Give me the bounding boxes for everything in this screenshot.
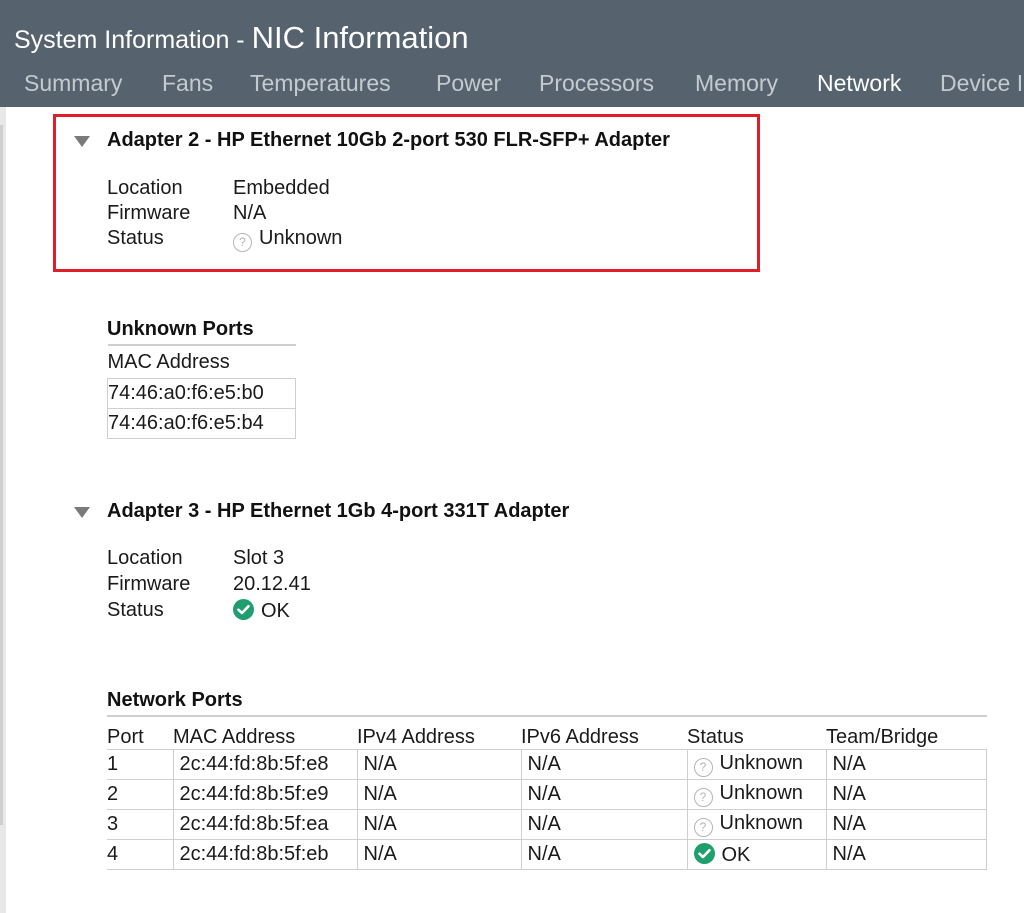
tab-network[interactable]: Network bbox=[817, 70, 901, 97]
ipv4-cell: N/A bbox=[356, 809, 522, 840]
window-title: System Information - NIC Information bbox=[14, 20, 469, 56]
network-ports-table: Port MAC Address IPv4 Address IPv6 Addre… bbox=[107, 715, 987, 870]
mac-cell: 2c:44:fd:8b:5f:e9 bbox=[172, 779, 358, 810]
mac-cell: 74:46:a0:f6:e5:b0 bbox=[107, 378, 296, 409]
status-text: Unknown bbox=[719, 782, 803, 804]
adapter2-status-label: Status bbox=[107, 227, 164, 249]
collapse-caret-icon[interactable] bbox=[74, 136, 90, 147]
tab-fans[interactable]: Fans bbox=[162, 70, 213, 97]
ipv6-cell: N/A bbox=[520, 839, 688, 870]
team-cell: N/A bbox=[825, 839, 987, 870]
tab-device[interactable]: Device I bbox=[940, 70, 1023, 97]
network-ports-title: Network Ports bbox=[107, 689, 243, 711]
check-circle-icon bbox=[233, 599, 254, 620]
mac-cell: 2c:44:fd:8b:5f:e8 bbox=[172, 749, 358, 780]
window-title-main: NIC Information bbox=[251, 20, 469, 55]
column-header-ipv6: IPv6 Address bbox=[521, 715, 687, 750]
ipv4-cell: N/A bbox=[356, 779, 522, 810]
adapter3-status-label: Status bbox=[107, 599, 164, 621]
table-row: 74:46:a0:f6:e5:b0 bbox=[107, 378, 296, 409]
column-header-mac: MAC Address bbox=[173, 715, 357, 750]
port-cell: 2 bbox=[107, 779, 174, 810]
question-circle-icon: ? bbox=[693, 818, 713, 837]
adapter3-firmware-value: 20.12.41 bbox=[233, 573, 311, 595]
table-row: 2 2c:44:fd:8b:5f:e9 N/A N/A ? Unknown N/A bbox=[107, 779, 987, 810]
adapter2-status-value: Unknown bbox=[259, 227, 343, 249]
collapse-caret-icon[interactable] bbox=[74, 507, 90, 518]
unknown-ports-title: Unknown Ports bbox=[107, 318, 254, 340]
left-scroll-edge[interactable] bbox=[0, 107, 6, 913]
table-row: 74:46:a0:f6:e5:b4 bbox=[107, 408, 296, 439]
team-cell: N/A bbox=[825, 779, 987, 810]
question-circle-icon: ? bbox=[233, 233, 252, 252]
tab-processors[interactable]: Processors bbox=[539, 70, 654, 97]
ipv6-cell: N/A bbox=[520, 779, 688, 810]
tab-temperatures[interactable]: Temperatures bbox=[250, 70, 391, 97]
header-bar: System Information - NIC Information Sum… bbox=[0, 0, 1024, 107]
adapter3-title: Adapter 3 - HP Ethernet 1Gb 4-port 331T … bbox=[107, 500, 570, 522]
mac-cell: 2c:44:fd:8b:5f:eb bbox=[172, 839, 358, 870]
column-header-status: Status bbox=[687, 715, 826, 750]
column-header-mac: MAC Address bbox=[107, 344, 296, 379]
port-cell: 3 bbox=[107, 809, 174, 840]
port-cell: 1 bbox=[107, 749, 174, 780]
status-text: Unknown bbox=[719, 752, 803, 774]
adapter2-firmware-label: Firmware bbox=[107, 202, 191, 224]
ipv4-cell: N/A bbox=[356, 749, 522, 780]
status-text: Unknown bbox=[719, 812, 803, 834]
adapter3-location-value: Slot 3 bbox=[233, 547, 285, 569]
table-row: 3 2c:44:fd:8b:5f:ea N/A N/A ? Unknown N/A bbox=[107, 809, 987, 840]
adapter3-firmware-label: Firmware bbox=[107, 573, 191, 595]
port-cell: 4 bbox=[107, 839, 174, 870]
ipv4-cell: N/A bbox=[356, 839, 522, 870]
column-header-ipv4: IPv4 Address bbox=[357, 715, 521, 750]
mac-cell: 2c:44:fd:8b:5f:ea bbox=[172, 809, 358, 840]
unknown-ports-table: MAC Address 74:46:a0:f6:e5:b0 74:46:a0:f… bbox=[107, 344, 296, 439]
status-text: OK bbox=[721, 843, 751, 866]
adapter2-title: Adapter 2 - HP Ethernet 10Gb 2-port 530 … bbox=[107, 129, 670, 151]
tab-memory[interactable]: Memory bbox=[695, 70, 778, 97]
status-cell: OK bbox=[686, 839, 827, 870]
question-circle-icon: ? bbox=[693, 788, 713, 807]
adapter3-status: OK bbox=[233, 599, 290, 623]
ipv6-cell: N/A bbox=[520, 749, 688, 780]
tab-power[interactable]: Power bbox=[436, 70, 501, 97]
table-row: 4 2c:44:fd:8b:5f:eb N/A N/A OK N/A bbox=[107, 839, 987, 870]
adapter2-location-label: Location bbox=[107, 177, 183, 199]
column-header-team: Team/Bridge bbox=[826, 715, 987, 750]
column-header-port: Port bbox=[107, 715, 173, 750]
status-cell: ? Unknown bbox=[686, 809, 827, 840]
question-circle-icon: ? bbox=[693, 758, 713, 777]
team-cell: N/A bbox=[825, 749, 987, 780]
tab-summary[interactable]: Summary bbox=[24, 70, 122, 97]
tab-bar: Summary Fans Temperatures Power Processo… bbox=[0, 68, 1024, 104]
team-cell: N/A bbox=[825, 809, 987, 840]
check-circle-icon bbox=[693, 842, 715, 864]
adapter3-location-label: Location bbox=[107, 547, 183, 569]
adapter3-status-value: OK bbox=[261, 600, 290, 622]
status-cell: ? Unknown bbox=[686, 749, 827, 780]
adapter2-firmware-value: N/A bbox=[233, 202, 267, 224]
mac-cell: 74:46:a0:f6:e5:b4 bbox=[107, 408, 296, 439]
window-title-prefix: System Information - bbox=[14, 26, 252, 54]
status-cell: ? Unknown bbox=[686, 779, 827, 810]
table-row: 1 2c:44:fd:8b:5f:e8 N/A N/A ? Unknown N/A bbox=[107, 749, 987, 780]
scrollbar-thumb[interactable] bbox=[0, 125, 3, 825]
adapter2-status: ? Unknown bbox=[233, 227, 342, 252]
ipv6-cell: N/A bbox=[520, 809, 688, 840]
adapter2-location-value: Embedded bbox=[233, 177, 330, 199]
